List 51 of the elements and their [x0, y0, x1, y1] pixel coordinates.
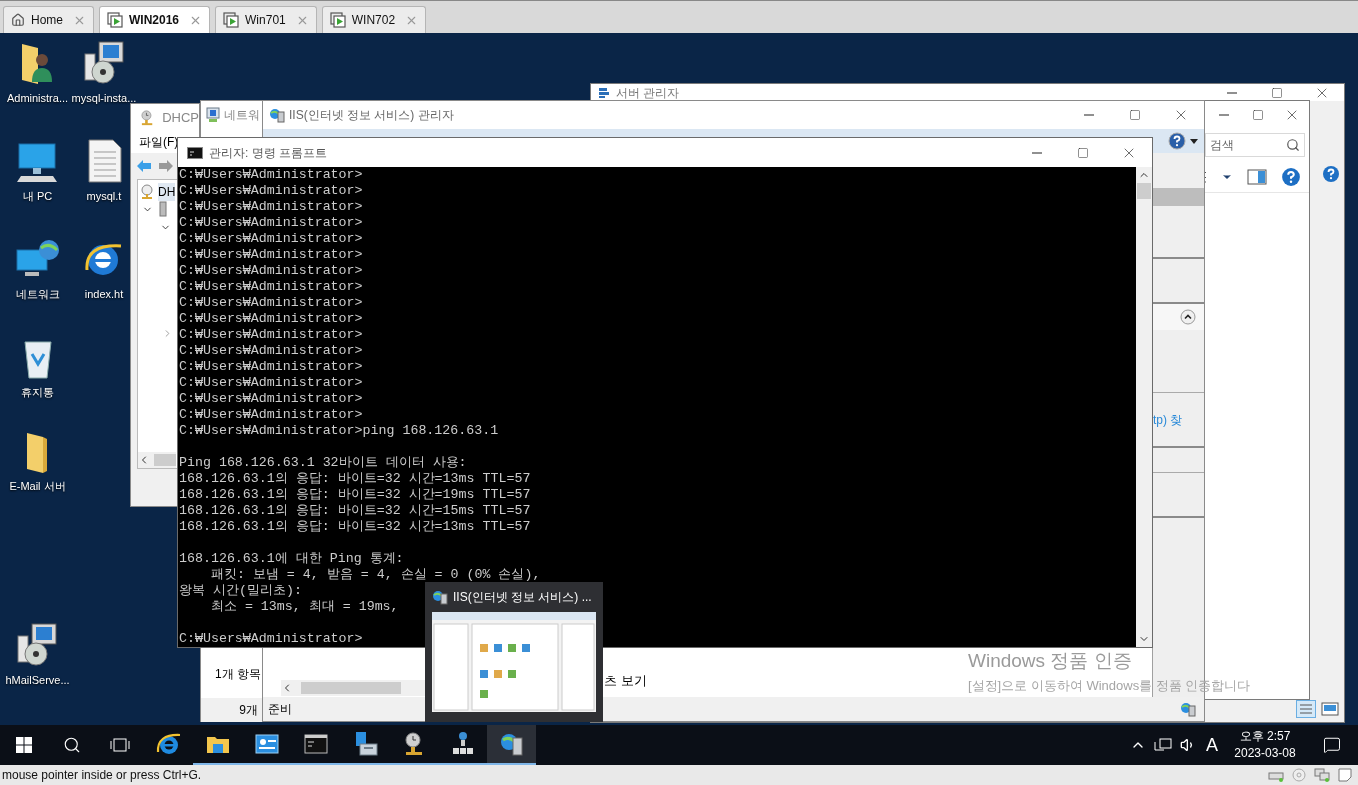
console-line: C:₩Users₩Administrator> [179, 343, 363, 359]
vm-tab[interactable]: Win701 [215, 6, 317, 33]
console-line: Ping 168.126.63.1 32바이트 데이터 사용: [179, 455, 467, 471]
status-text: 준비 [268, 701, 292, 718]
console-line: 패킷: 보냄 = 4, 받음 = 4, 손실 = 0 (0% 손실), [209, 567, 541, 583]
console-line: C:₩Users₩Administrator> [179, 311, 363, 327]
console-line: C:₩Users₩Administrator> [179, 295, 363, 311]
status-message: mouse pointer inside or press Ctrl+G. [2, 767, 202, 784]
vm-tab[interactable]: Home [3, 6, 94, 33]
console-line: C:₩Users₩Administrator> [179, 327, 363, 343]
console-line: 168.126.63.1의 응답: 바이트=32 시간=19ms TTL=57 [179, 487, 531, 503]
clock[interactable]: 오후 2:57 2023-03-08 [1228, 728, 1302, 762]
console-line: C:₩Users₩Administrator>ping 168.126.63.1 [179, 423, 499, 439]
preview-title: IIS(인터넷 정보 서비스) ... [453, 589, 592, 606]
status-text: 9개 [239, 702, 258, 719]
console-line: C:₩Users₩Administrator> [179, 215, 363, 231]
console-line: C:₩Users₩Administrator> [179, 391, 363, 407]
console-line: 168.126.63.1에 대한 Ping 통계: [179, 551, 404, 567]
view-tab[interactable]: 츠 보기 [604, 670, 647, 690]
vm-tab[interactable]: WIN702 [321, 6, 427, 33]
console-line: C:₩Users₩Administrator> [179, 631, 363, 647]
console-line: C:₩Users₩Administrator> [179, 247, 363, 263]
console-line: C:₩Users₩Administrator> [179, 167, 363, 183]
console-line: 168.126.63.1의 응답: 바이트=32 시간=15ms TTL=57 [179, 503, 531, 519]
tree-item[interactable]: DH [158, 182, 176, 201]
clock-date: 2023-03-08 [1234, 745, 1296, 762]
window-title: DHCP [162, 108, 199, 127]
vm-tab[interactable]: WIN2016 [99, 6, 211, 33]
window-title: 서버 관리자 [616, 85, 680, 100]
taskbar-preview[interactable]: IIS(인터넷 정보 서비스) ... [425, 582, 603, 722]
input-method-indicator[interactable]: A [1204, 731, 1220, 759]
window-title: 관리자: 명령 프롬프트 [209, 144, 327, 162]
console-line: C:₩Users₩Administrator> [179, 199, 363, 215]
console-line: C:₩Users₩Administrator> [179, 263, 363, 279]
console-line: C:₩Users₩Administrator> [179, 359, 363, 375]
clock-time: 오후 2:57 [1239, 728, 1291, 745]
search-field[interactable]: 검색 [1205, 133, 1305, 157]
console-line: C:₩Users₩Administrator> [179, 375, 363, 391]
console-line: C:₩Users₩Administrator> [179, 279, 363, 295]
item-count: 1개 항목 [215, 666, 261, 683]
console-line: 왕복 시간(밀리초): [179, 583, 302, 599]
window-title: 네트워 [224, 107, 260, 124]
console-line: C:₩Users₩Administrator> [179, 231, 363, 247]
console-line: 168.126.63.1의 응답: 바이트=32 시간=13ms TTL=57 [179, 471, 531, 487]
console-line: C:₩Users₩Administrator> [179, 407, 363, 423]
console-line: 최소 = 13ms, 최대 = 19ms, [209, 599, 399, 615]
activation-title: Windows 정품 인증 [968, 649, 1133, 673]
console-line: C:₩Users₩Administrator> [179, 183, 363, 199]
console-line: 168.126.63.1의 응답: 바이트=32 시간=13ms TTL=57 [179, 519, 531, 535]
search-input[interactable]: 검색 [1210, 136, 1270, 154]
window-title: IIS(인터넷 정보 서비스) 관리자 [289, 107, 454, 124]
